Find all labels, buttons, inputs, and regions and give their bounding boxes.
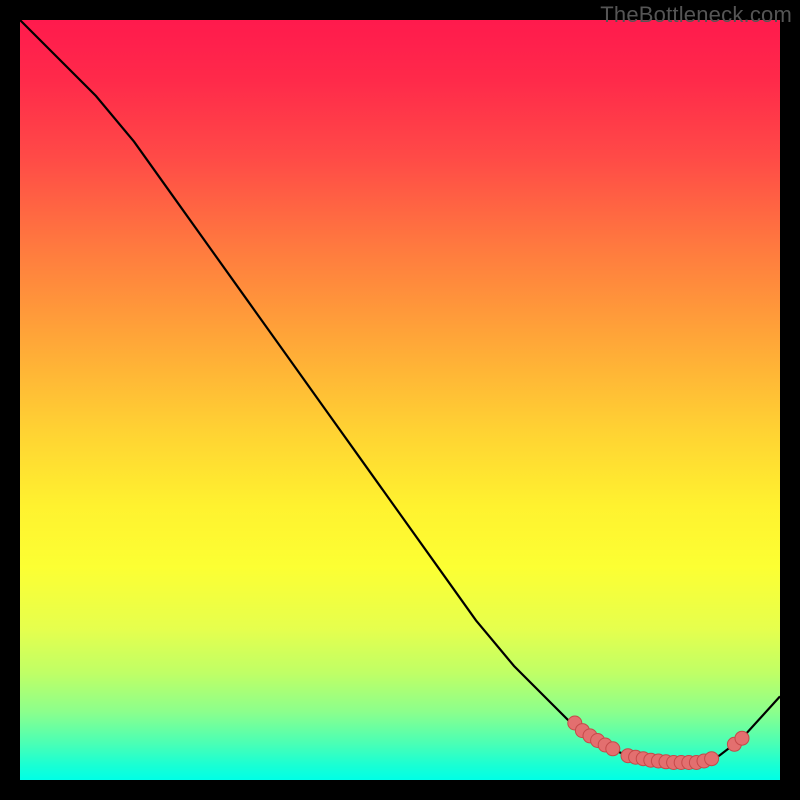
- chart-frame: TheBottleneck.com: [0, 0, 800, 800]
- watermark-text: TheBottleneck.com: [600, 2, 792, 28]
- chart-overlay: [20, 20, 780, 780]
- chart-curve: [20, 20, 780, 763]
- chart-marker: [606, 742, 620, 756]
- chart-marker: [735, 731, 749, 745]
- chart-markers: [568, 716, 749, 770]
- chart-marker: [705, 752, 719, 766]
